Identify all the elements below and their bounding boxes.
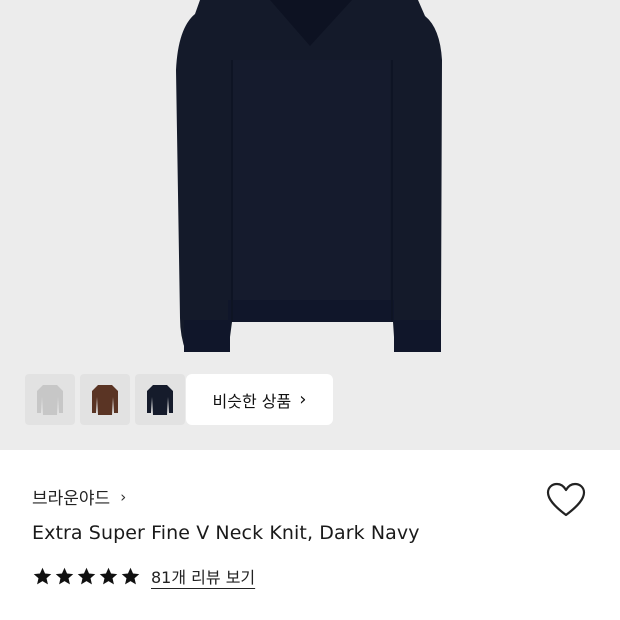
product-title: Extra Super Fine V Neck Knit, Dark Navy [32,522,420,544]
sweater-thumbnail-icon [92,384,118,415]
similar-products-button[interactable]: 비슷한 상품 › [186,374,333,425]
sweater-thumbnail-icon [37,384,63,415]
color-thumbnails [25,374,185,425]
brand-link[interactable]: 브라운야드 › [32,484,127,510]
rating-row: 81개 리뷰 보기 [32,564,255,588]
brand-name: 브라운야드 [32,489,111,509]
star-icon [55,567,74,584]
product-image-area: 비슷한 상품 › [0,0,620,450]
sweater-thumbnail-icon [147,384,173,415]
thumbnail-brown[interactable] [80,374,130,425]
product-info: 브라운야드 › Extra Super Fine V Neck Knit, Da… [0,450,620,620]
thumbnail-navy[interactable] [135,374,185,425]
chevron-right-icon: › [120,487,127,506]
similar-products-label: 비슷한 상품 [212,391,292,411]
star-icon [121,567,140,584]
chevron-right-icon: › [299,388,307,410]
review-link[interactable]: 81개 리뷰 보기 [151,564,255,588]
rating-stars [32,566,141,587]
star-icon [33,567,52,584]
thumbnail-grey[interactable] [25,374,75,425]
star-icon [77,567,96,584]
heart-icon[interactable] [546,482,586,518]
star-icon [99,567,118,584]
